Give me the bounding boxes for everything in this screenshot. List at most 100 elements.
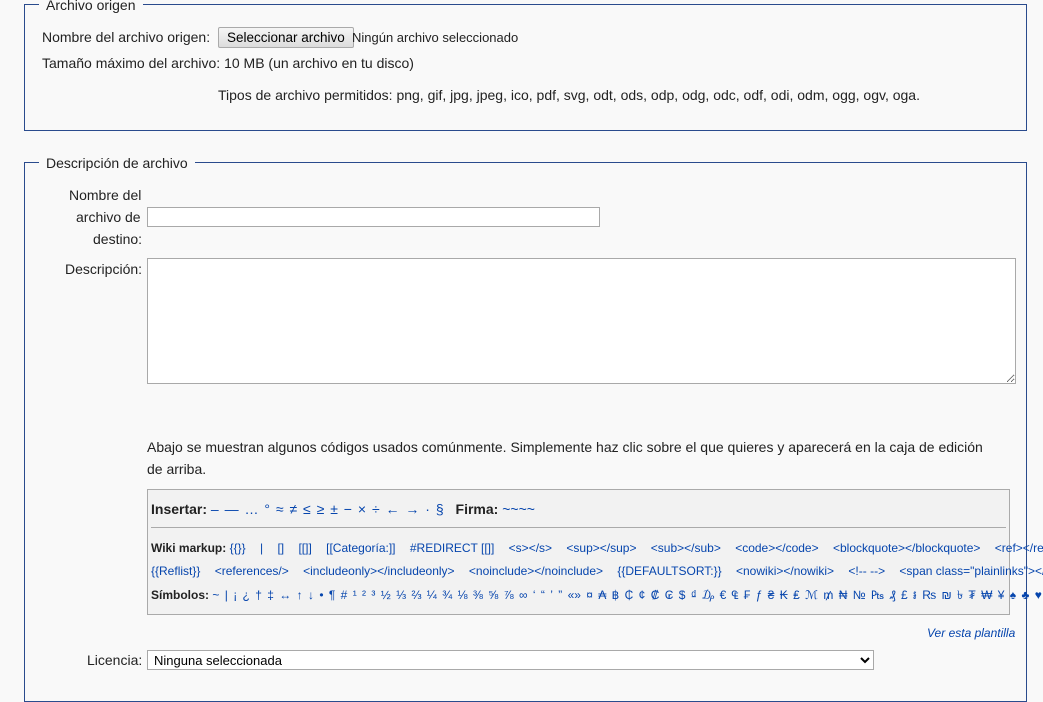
symbol-link[interactable]: ↔	[279, 588, 291, 602]
symbol-link[interactable]: ⅜	[473, 588, 483, 602]
wiki-markup-link[interactable]: {{DEFAULTSORT:}}	[617, 564, 721, 578]
insert-char-link[interactable]: −	[344, 501, 352, 517]
insert-char-link[interactable]: §	[436, 501, 444, 517]
symbol-link[interactable]: ₣	[744, 588, 751, 602]
symbol-link[interactable]: ƒ	[756, 588, 763, 602]
insert-char-link[interactable]: –	[211, 501, 219, 517]
symbol-link[interactable]: ₦	[839, 588, 848, 602]
wiki-markup-link[interactable]: {{Reflist}}	[151, 564, 200, 578]
symbol-link[interactable]: ⅞	[504, 588, 514, 602]
symbol-link[interactable]: ¡	[233, 588, 237, 602]
symbol-link[interactable]: ₵	[625, 588, 634, 602]
wiki-markup-link[interactable]: [[Categoría:]]	[326, 541, 395, 555]
wiki-markup-link[interactable]: {{}}	[230, 541, 246, 555]
symbol-link[interactable]: ¤	[586, 588, 593, 602]
choose-file-button[interactable]: Seleccionar archivo	[218, 27, 354, 48]
insert-char-link[interactable]: ÷	[372, 501, 380, 517]
insert-char-link[interactable]: →	[405, 501, 419, 517]
wiki-markup-link[interactable]: <sup></sup>	[566, 541, 636, 555]
symbol-link[interactable]: ∞	[519, 588, 528, 602]
symbol-link[interactable]: ₨	[922, 588, 936, 602]
symbol-link[interactable]: ₫	[691, 588, 697, 602]
symbol-link[interactable]: ₴	[768, 588, 775, 602]
signature-link[interactable]: ~~~~	[502, 501, 535, 517]
symbol-link[interactable]: ৳	[957, 588, 963, 602]
dest-filename-input[interactable]	[147, 207, 600, 227]
symbol-link[interactable]: ℳ	[805, 588, 818, 602]
insert-char-link[interactable]: ←	[386, 501, 400, 517]
symbol-link[interactable]: №	[853, 588, 866, 602]
symbol-link[interactable]: ↓	[308, 588, 314, 602]
symbol-link[interactable]: ~	[212, 588, 219, 602]
symbol-link[interactable]: £	[901, 588, 908, 602]
insert-char-link[interactable]: ×	[358, 501, 366, 517]
symbol-link[interactable]: ¥	[998, 588, 1005, 602]
symbol-link[interactable]: ₠	[732, 588, 739, 602]
symbol-link[interactable]: ₮	[968, 588, 975, 602]
wiki-markup-link[interactable]: <sub></sub>	[651, 541, 721, 555]
symbol-link[interactable]: ₧	[871, 588, 884, 602]
insert-char-link[interactable]: ·	[425, 501, 430, 517]
symbol-link[interactable]: ₯	[702, 588, 714, 602]
symbol-link[interactable]: ₳	[598, 588, 606, 602]
symbol-link[interactable]: “	[541, 588, 545, 602]
symbol-link[interactable]: ¼	[427, 588, 437, 602]
symbol-link[interactable]: «»	[568, 588, 581, 602]
symbol-link[interactable]: ♣	[1022, 588, 1030, 602]
insert-char-link[interactable]: ≈	[276, 501, 284, 517]
symbol-link[interactable]: ¿	[243, 588, 250, 602]
symbol-link[interactable]: ៛	[913, 588, 917, 602]
symbol-link[interactable]: ⅝	[488, 588, 498, 602]
view-template-link[interactable]: Ver esta plantilla	[927, 626, 1015, 640]
symbol-link[interactable]: €	[720, 588, 727, 602]
symbol-link[interactable]: ♠	[1010, 588, 1016, 602]
wiki-markup-link[interactable]: <includeonly></includeonly>	[303, 564, 454, 578]
wiki-markup-link[interactable]: <s></s>	[509, 541, 552, 555]
symbol-link[interactable]: †	[255, 588, 262, 602]
wiki-markup-link[interactable]: <noinclude></noinclude>	[469, 564, 603, 578]
symbol-link[interactable]: ₭	[780, 588, 788, 602]
symbol-link[interactable]: ₥	[823, 588, 833, 602]
wiki-markup-link[interactable]: [[]]	[298, 541, 311, 555]
symbol-link[interactable]: ♥	[1035, 588, 1042, 602]
symbol-link[interactable]: ₩	[981, 588, 992, 602]
symbol-link[interactable]: ³	[371, 588, 375, 602]
insert-char-link[interactable]: ±	[330, 501, 338, 517]
insert-char-link[interactable]: …	[245, 501, 259, 517]
wiki-markup-link[interactable]: <nowiki></nowiki>	[736, 564, 834, 578]
wiki-markup-link[interactable]: <!-- -->	[848, 564, 885, 578]
symbol-link[interactable]: ’	[550, 588, 553, 602]
symbol-link[interactable]: ¾	[442, 588, 452, 602]
license-select[interactable]: Ninguna seleccionada	[147, 650, 874, 670]
symbol-link[interactable]: ¹	[353, 588, 357, 602]
wiki-markup-link[interactable]: <span class="plainlinks"></span>	[899, 564, 1043, 578]
symbol-link[interactable]: #	[341, 588, 348, 602]
insert-char-link[interactable]: ≠	[289, 501, 297, 517]
symbol-link[interactable]: ₤	[793, 588, 800, 602]
symbol-link[interactable]: ⅓	[396, 588, 406, 602]
description-textarea[interactable]	[147, 258, 1016, 384]
symbol-link[interactable]: •	[319, 588, 323, 602]
symbol-link[interactable]: ‘	[533, 588, 536, 602]
symbol-link[interactable]: ½	[381, 588, 391, 602]
symbol-link[interactable]: ¢	[639, 588, 646, 602]
wiki-markup-link[interactable]: <code></code>	[735, 541, 818, 555]
symbol-link[interactable]: ²	[362, 588, 366, 602]
wiki-markup-link[interactable]: <ref></ref>	[995, 541, 1043, 555]
wiki-markup-link[interactable]: <references/>	[215, 564, 289, 578]
wiki-markup-link[interactable]: #REDIRECT [[]]	[410, 541, 494, 555]
symbol-link[interactable]: |	[225, 588, 228, 602]
insert-char-link[interactable]: ≤	[303, 501, 311, 517]
symbol-link[interactable]: ↑	[297, 588, 303, 602]
symbol-link[interactable]: $	[679, 588, 686, 602]
wiki-markup-link[interactable]: []	[277, 541, 284, 555]
symbol-link[interactable]: ‡	[267, 588, 274, 602]
symbol-link[interactable]: ¶	[329, 588, 335, 602]
symbol-link[interactable]: ”	[558, 588, 562, 602]
symbol-link[interactable]: ฿	[612, 588, 620, 602]
symbol-link[interactable]: ₰	[889, 588, 895, 602]
symbol-link[interactable]: ⅔	[411, 588, 421, 602]
insert-char-link[interactable]: —	[225, 501, 239, 517]
insert-char-link[interactable]: °	[264, 501, 270, 517]
symbol-link[interactable]: ₡	[651, 588, 660, 602]
